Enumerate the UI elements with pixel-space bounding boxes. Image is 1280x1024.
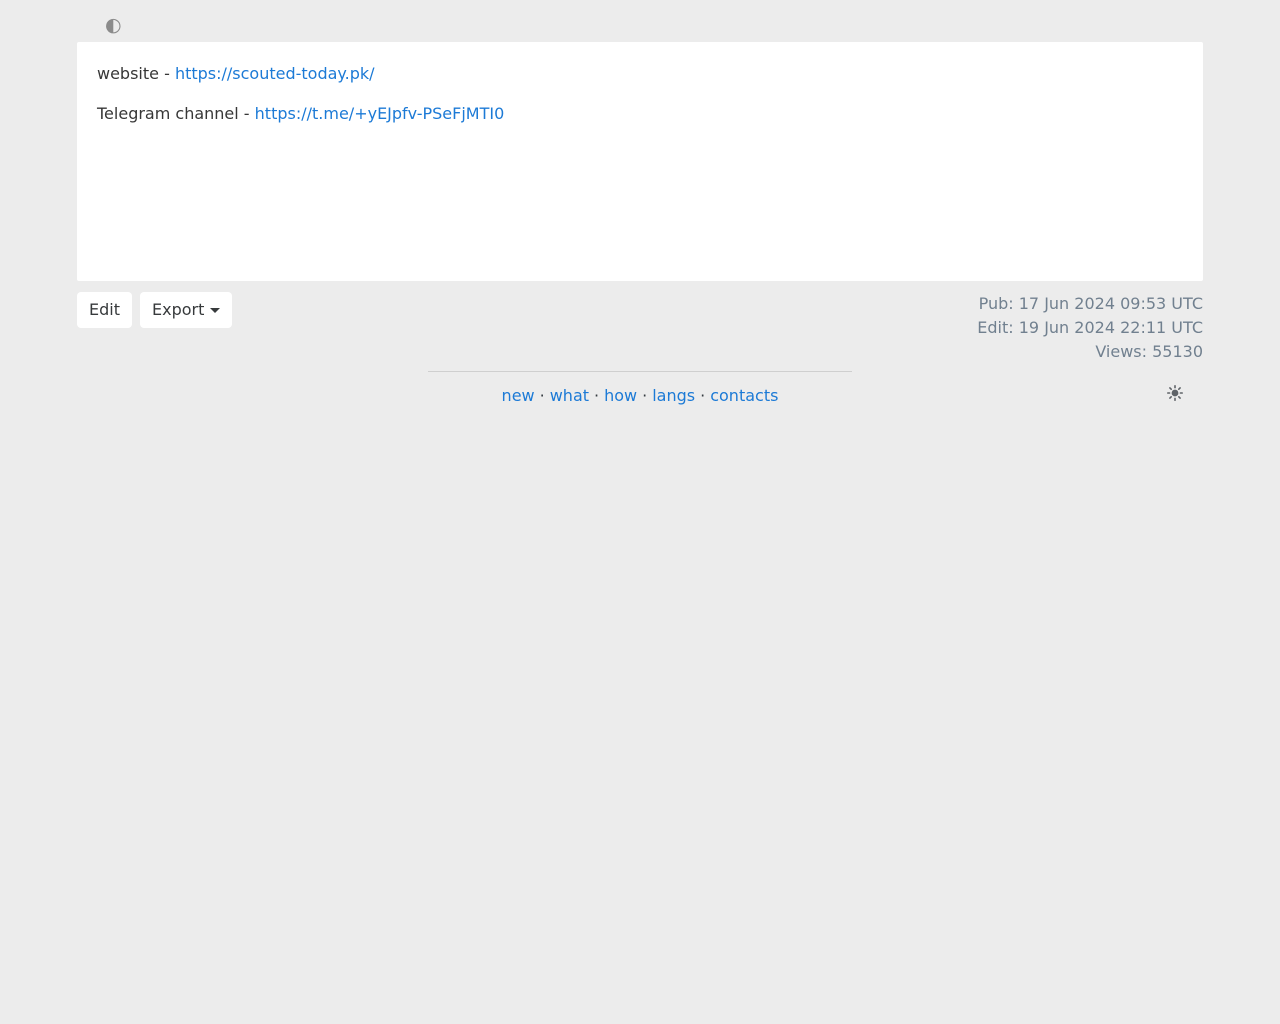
paste-content-card: website - https://scouted-today.pk/ Tele… bbox=[77, 42, 1203, 281]
edit-timestamp: Edit: 19 Jun 2024 22:11 UTC bbox=[977, 318, 1203, 337]
export-button-label: Export bbox=[151, 300, 205, 319]
edit-button[interactable]: Edit bbox=[77, 292, 132, 328]
footer: new · what · how · langs · contacts bbox=[77, 371, 1203, 408]
pub-timestamp: Pub: 17 Jun 2024 09:53 UTC bbox=[978, 294, 1203, 313]
footer-link-new[interactable]: new bbox=[502, 386, 535, 405]
contrast-toggle-icon[interactable]: ◐ bbox=[105, 16, 122, 35]
export-button[interactable]: Export bbox=[139, 292, 233, 328]
paste-link-website[interactable]: https://scouted-today.pk/ bbox=[175, 64, 375, 83]
footer-separator: · bbox=[594, 386, 600, 405]
footer-link-contacts[interactable]: contacts bbox=[710, 386, 778, 405]
paste-metadata: Pub: 17 Jun 2024 09:53 UTC Edit: 19 Jun … bbox=[977, 292, 1203, 364]
button-group: Edit Export bbox=[77, 292, 233, 328]
footer-separator: · bbox=[539, 386, 545, 405]
paste-line: website - https://scouted-today.pk/ bbox=[97, 62, 1183, 86]
footer-separator: · bbox=[700, 386, 706, 405]
caret-down-icon bbox=[210, 308, 221, 313]
topbar: ◐ bbox=[77, 0, 1203, 42]
footer-link-what[interactable]: what bbox=[550, 386, 589, 405]
action-row: Edit Export Pub: 17 Jun 2024 09:53 UTC E… bbox=[77, 292, 1203, 364]
paste-line-label: Telegram channel - bbox=[97, 104, 255, 123]
paste-line-label: website - bbox=[97, 64, 175, 83]
footer-link-langs[interactable]: langs bbox=[652, 386, 695, 405]
sun-icon[interactable] bbox=[1167, 385, 1183, 401]
paste-line: Telegram channel - https://t.me/+yEJpfv-… bbox=[97, 102, 1183, 126]
footer-nav: new · what · how · langs · contacts bbox=[77, 372, 1203, 408]
views-count: Views: 55130 bbox=[1095, 342, 1203, 361]
footer-link-how[interactable]: how bbox=[604, 386, 637, 405]
footer-separator: · bbox=[642, 386, 648, 405]
page-container: ◐ website - https://scouted-today.pk/ Te… bbox=[77, 0, 1203, 408]
paste-link-telegram[interactable]: https://t.me/+yEJpfv-PSeFjMTI0 bbox=[255, 104, 505, 123]
